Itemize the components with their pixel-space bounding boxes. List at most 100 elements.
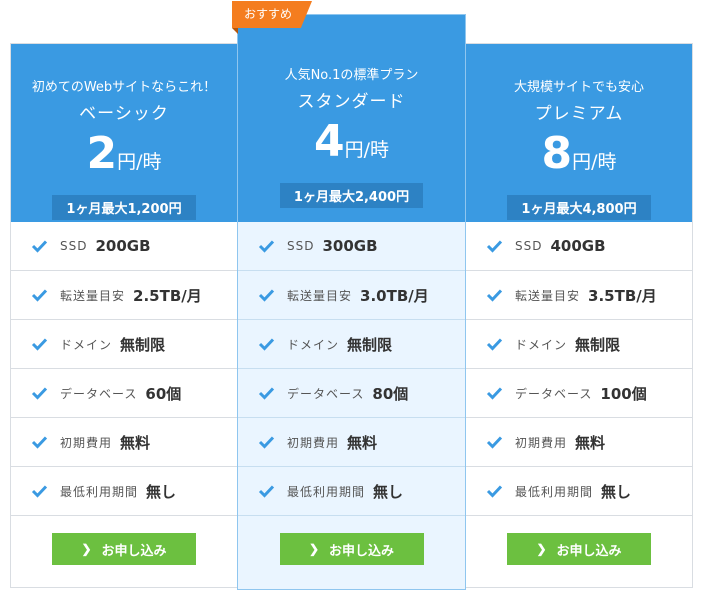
monthly-max-badge: 1ヶ月最大2,400円 (279, 183, 424, 208)
check-icon (486, 387, 503, 400)
price-unit: 円/時 (572, 151, 617, 173)
feature-label: データベース (515, 386, 593, 401)
feature-value: 無し (601, 482, 632, 501)
plan-header: 初めてのWebサイトならこれ！ ベーシック 2円/時 1ヶ月最大1,200円 (11, 44, 237, 222)
plan-card-standard: おすすめ 人気No.1の標準プラン スタンダード 4円/時 1ヶ月最大2,400… (232, 1, 466, 590)
button-area: ❯ お申し込み (238, 516, 465, 565)
feature-label: ドメイン (60, 337, 113, 352)
feature-initial-fee: 初期費用 無料 (11, 418, 237, 467)
feature-label: 初期費用 (515, 435, 568, 450)
feature-label: データベース (60, 386, 138, 401)
feature-label: 最低利用期間 (515, 484, 594, 499)
check-icon (258, 289, 275, 302)
feature-value: 無し (146, 482, 177, 501)
feature-database: データベース 100個 (466, 369, 692, 418)
feature-value: 無料 (575, 433, 606, 452)
feature-min-period: 最低利用期間 無し (466, 467, 692, 516)
check-icon (31, 436, 48, 449)
apply-button-standard[interactable]: ❯ お申し込み (279, 533, 424, 565)
feature-value: 無制限 (575, 335, 621, 354)
price-amount: 8 (541, 128, 573, 179)
feature-transfer: 転送量目安 3.0TB/月 (238, 271, 465, 320)
check-icon (486, 240, 503, 253)
apply-button-label: お申し込み (101, 542, 167, 558)
feature-label: 転送量目安 (287, 288, 353, 303)
plan-tagline: 大規模サイトでも安心 (513, 80, 644, 95)
feature-ssd: SSD 400GB (466, 222, 692, 271)
monthly-max-badge: 1ヶ月最大4,800円 (507, 195, 651, 220)
apply-button-label: お申し込み (329, 542, 395, 558)
plan-header: おすすめ 人気No.1の標準プラン スタンダード 4円/時 1ヶ月最大2,400… (232, 1, 465, 222)
apply-button-label: お申し込み (556, 542, 622, 558)
feature-label: 転送量目安 (60, 288, 126, 303)
plan-price: 2円/時 (11, 128, 237, 189)
feature-min-period: 最低利用期間 無し (238, 467, 465, 516)
chevron-right-icon: ❯ (81, 542, 92, 556)
feature-database: データベース 60個 (11, 369, 237, 418)
feature-list: SSD 200GB 転送量目安 2.5TB/月 ドメイン 無制限 データベース 60個 … (11, 222, 237, 516)
apply-button-basic[interactable]: ❯ お申し込み (52, 533, 196, 565)
feature-value: 400GB (550, 237, 606, 255)
check-icon (486, 485, 503, 498)
feature-list: SSD 400GB 転送量目安 3.5TB/月 ドメイン 無制限 データベース 100個… (466, 222, 692, 516)
check-icon (258, 338, 275, 351)
check-icon (486, 436, 503, 449)
check-icon (31, 289, 48, 302)
feature-ssd: SSD 200GB (11, 222, 237, 271)
feature-label: 初期費用 (287, 435, 340, 450)
feature-value: 無料 (347, 433, 378, 452)
plan-price: 8円/時 (466, 128, 692, 189)
price-amount: 2 (86, 128, 118, 179)
check-icon (31, 338, 48, 351)
apply-button-premium[interactable]: ❯ お申し込み (507, 533, 651, 565)
button-area: ❯ お申し込み (11, 516, 237, 565)
check-icon (31, 387, 48, 400)
feature-value: 無し (373, 482, 404, 501)
feature-domain: ドメイン 無制限 (466, 320, 692, 369)
feature-label: SSD (515, 239, 543, 253)
monthly-max-badge: 1ヶ月最大1,200円 (52, 195, 196, 220)
feature-transfer: 転送量目安 3.5TB/月 (466, 271, 692, 320)
feature-label: 最低利用期間 (287, 484, 366, 499)
check-icon (258, 387, 275, 400)
plan-header: 大規模サイトでも安心 プレミアム 8円/時 1ヶ月最大4,800円 (466, 44, 692, 222)
button-area: ❯ お申し込み (466, 516, 692, 565)
feature-list: SSD 300GB 転送量目安 3.0TB/月 ドメイン 無制限 データベース 80個 … (238, 222, 465, 516)
plan-card-basic: 初めてのWebサイトならこれ！ ベーシック 2円/時 1ヶ月最大1,200円 S… (10, 43, 238, 588)
plan-name: スタンダード (297, 92, 406, 112)
check-icon (31, 485, 48, 498)
badge-fold (232, 28, 238, 34)
price-amount: 4 (313, 116, 345, 167)
feature-ssd: SSD 300GB (238, 222, 465, 271)
feature-value: 300GB (322, 237, 378, 255)
plan-name: ベーシック (79, 104, 169, 124)
check-icon (258, 485, 275, 498)
feature-label: ドメイン (287, 337, 340, 352)
feature-label: データベース (287, 386, 365, 401)
feature-value: 60個 (145, 384, 182, 403)
feature-domain: ドメイン 無制限 (11, 320, 237, 369)
plan-price: 4円/時 (238, 116, 465, 177)
check-icon (258, 240, 275, 253)
feature-value: 無料 (120, 433, 151, 452)
feature-domain: ドメイン 無制限 (238, 320, 465, 369)
check-icon (486, 338, 503, 351)
feature-value: 3.5TB/月 (588, 286, 657, 305)
feature-label: 転送量目安 (515, 288, 581, 303)
feature-value: 200GB (95, 237, 151, 255)
plan-tagline: 初めてのWebサイトならこれ！ (31, 80, 217, 95)
feature-value: 無制限 (120, 335, 166, 354)
feature-label: 初期費用 (60, 435, 113, 450)
price-unit: 円/時 (117, 151, 162, 173)
feature-initial-fee: 初期費用 無料 (238, 418, 465, 467)
feature-database: データベース 80個 (238, 369, 465, 418)
feature-label: ドメイン (515, 337, 568, 352)
feature-transfer: 転送量目安 2.5TB/月 (11, 271, 237, 320)
feature-label: SSD (60, 239, 88, 253)
feature-value: 3.0TB/月 (360, 286, 429, 305)
feature-label: 最低利用期間 (60, 484, 139, 499)
feature-initial-fee: 初期費用 無料 (466, 418, 692, 467)
feature-min-period: 最低利用期間 無し (11, 467, 237, 516)
check-icon (258, 436, 275, 449)
feature-value: 80個 (372, 384, 409, 403)
